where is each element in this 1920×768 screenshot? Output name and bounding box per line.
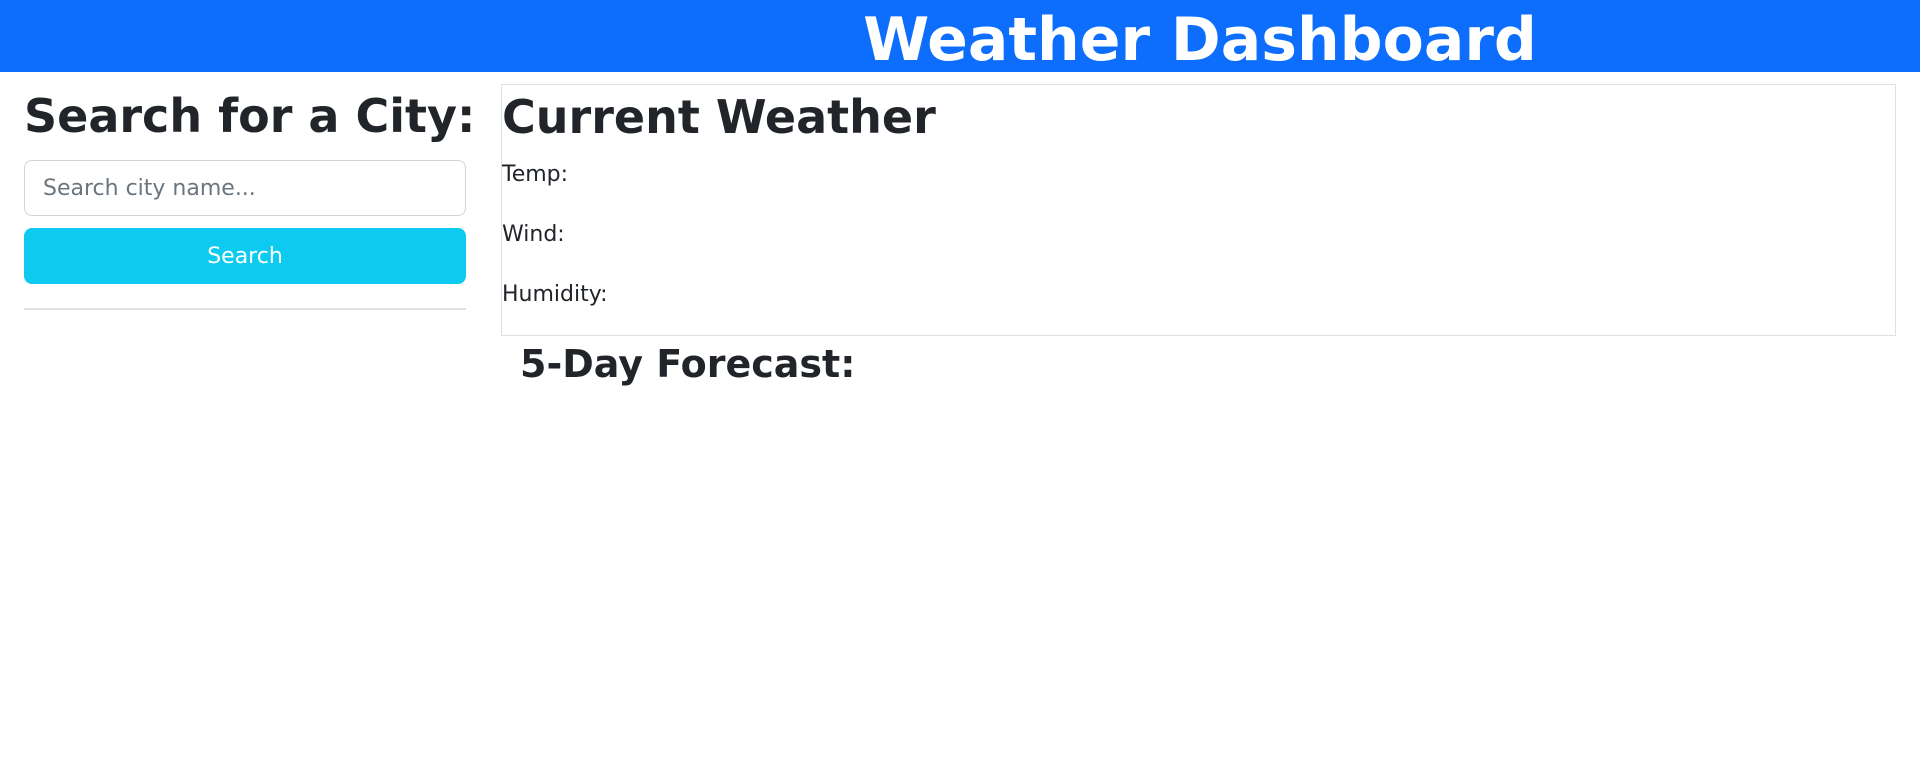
forecast-heading: 5-Day Forecast:: [520, 342, 856, 386]
search-sidebar: Search for a City: Search: [24, 72, 476, 310]
city-search-input[interactable]: [24, 160, 466, 216]
current-weather-heading: Current Weather: [502, 90, 936, 144]
search-button[interactable]: Search: [24, 228, 466, 284]
temp-label: Temp:: [502, 162, 569, 187]
app-header: Weather Dashboard: [0, 0, 1920, 75]
sidebar-divider: [24, 308, 466, 310]
current-weather-card: Current Weather Temp: Wind: Humidity:: [501, 84, 1896, 336]
humidity-label: Humidity:: [502, 282, 608, 307]
page-title: Weather Dashboard: [863, 5, 1537, 75]
search-heading: Search for a City:: [24, 89, 476, 143]
wind-label: Wind:: [502, 222, 565, 247]
